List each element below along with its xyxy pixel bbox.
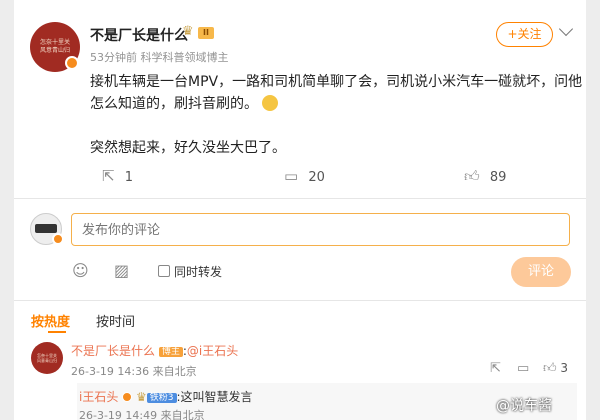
verified-badge-icon xyxy=(65,56,79,70)
weibo-post-card: 怎奈十里关 风意青山归 不是厂长是什么 ♛ II 53分钟前 科学科普领域博主 … xyxy=(14,0,586,420)
watermark: @说车酱 xyxy=(496,398,552,414)
post-meta: 53分钟前 科学科普领域博主 xyxy=(90,49,229,65)
comment-author[interactable]: 不是厂长是什么 xyxy=(71,344,155,358)
fan-tag: 铁粉3 xyxy=(146,393,177,403)
reply-body: i王石头 ♛ 铁粉3:这叫智慧发言 xyxy=(79,388,253,405)
repost-label: 同时转发 xyxy=(174,265,223,279)
comment-like-count: 3 xyxy=(560,361,569,375)
reply-location: 来自北京 xyxy=(160,409,205,420)
share-count: 1 xyxy=(124,170,133,185)
image-upload-icon[interactable]: ▨ xyxy=(114,261,129,280)
comment-avatar[interactable]: 怎奈十里关 风意青山归 xyxy=(31,342,63,374)
comment-reply-icon[interactable]: ▭ xyxy=(517,361,529,376)
comment-location: 来自北京 xyxy=(152,365,197,378)
like-button[interactable]: 👍︎ 89 xyxy=(464,167,506,186)
comment-count: 20 xyxy=(308,170,325,185)
reply-crown-icon: ♛ xyxy=(136,390,147,404)
like-count: 89 xyxy=(489,170,507,185)
emoji-icon xyxy=(262,95,278,111)
post-text-line-3: 突然想起来，好久没坐大巴了。 xyxy=(90,140,286,156)
post-text-line-2-content: 怎么知道的，刷抖音刷的。 xyxy=(90,96,258,112)
user-verified-icon xyxy=(52,233,64,245)
repost-checkbox[interactable] xyxy=(158,265,170,277)
share-icon: ⇱ xyxy=(102,167,115,185)
comment-button[interactable]: ▭ 20 xyxy=(284,167,325,185)
sunglasses-icon xyxy=(35,224,57,233)
tab-sort-time[interactable]: 按时间 xyxy=(96,311,135,330)
post-text-line-2: 怎么知道的，刷抖音刷的。 xyxy=(90,92,278,116)
comment-like-icon: 👍︎ xyxy=(543,361,557,376)
chevron-down-icon[interactable] xyxy=(558,21,574,37)
divider xyxy=(14,198,586,199)
comment-input[interactable] xyxy=(71,213,570,246)
share-button[interactable]: ⇱ 1 xyxy=(102,167,133,185)
like-icon: 👍︎ xyxy=(464,167,480,185)
follow-button[interactable]: +关注 xyxy=(496,22,553,47)
emoji-picker-icon[interactable]: ☺ xyxy=(72,261,89,280)
comment-body: 不是厂长是什么 博主:@i王石头 xyxy=(71,342,238,359)
comment-share-icon[interactable]: ⇱ xyxy=(490,361,501,376)
comment-icon: ▭ xyxy=(284,167,299,185)
tab-sort-hot[interactable]: 按热度 xyxy=(31,311,70,330)
post-category: 科学科普领域博主 xyxy=(140,51,229,64)
crown-icon: ♛ xyxy=(182,24,194,39)
blogger-tag: 博主 xyxy=(158,347,183,357)
divider xyxy=(14,300,586,301)
reply-verified-icon xyxy=(122,392,133,402)
reply-time: 26-3-19 14:49 xyxy=(79,409,158,420)
comment-mention[interactable]: @i王石头 xyxy=(187,344,238,358)
post-time[interactable]: 53分钟前 xyxy=(90,51,137,64)
reply-text: :这叫智慧发言 xyxy=(176,390,253,404)
submit-comment-button[interactable]: 评论 xyxy=(511,257,571,287)
comment-meta: 26-3-19 14:36 来自北京 xyxy=(71,363,197,379)
active-tab-indicator xyxy=(48,331,66,333)
author-name[interactable]: 不是厂长是什么 xyxy=(90,25,188,45)
comment-time: 26-3-19 14:36 xyxy=(71,365,150,378)
reply-author[interactable]: i王石头 xyxy=(79,390,118,404)
comment-like-button[interactable]: 👍︎ 3 xyxy=(543,361,568,376)
level-badge: II xyxy=(198,27,214,39)
reply-meta: 26-3-19 14:49 来自北京 xyxy=(79,407,205,420)
post-text-line-1: 接机车辆是一台MPV，一路和司机简单聊了会，司机说小米汽车一碰就坏，问他 xyxy=(90,74,583,90)
